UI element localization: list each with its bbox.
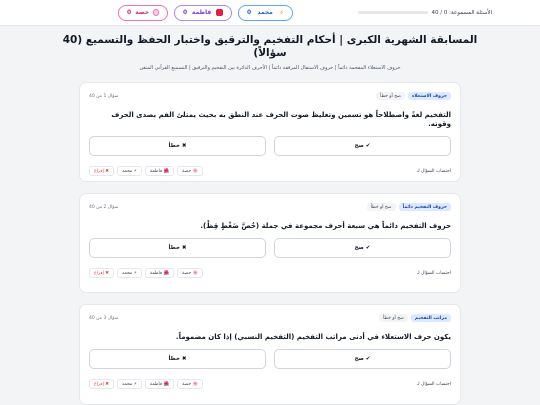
assign-fatma-button[interactable]: 🌺 فاطمة [144,379,175,389]
type-tag: صح أو خطأ [376,92,405,100]
score-value: 0 [247,9,252,16]
false-button[interactable]: ✖ خطأ [89,238,266,258]
true-button[interactable]: ✔ صح [274,136,451,156]
assign-label: احتساب السؤال لـ [416,168,451,174]
type-tag: صح أو خطأ [366,203,396,211]
assign-label: احتساب السؤال لـ [416,270,451,276]
false-button[interactable]: ✖ خطأ [89,349,266,369]
score-value: 0 [183,9,188,16]
progress-bar [357,11,428,14]
clear-button[interactable]: ✖ إفراغ [89,166,115,176]
clear-button[interactable]: ✖ إفراغ [89,268,115,278]
player-chip-mohamed[interactable]: 0 محمد ⚡ [238,4,293,21]
false-button[interactable]: ✖ خطأ [89,136,266,156]
assign-mohamed-button[interactable]: ⚡ محمد [117,166,142,176]
category-tag: مراتب التفخيم [410,314,451,322]
assign-hessa-button[interactable]: 🌸 حصة [177,166,204,176]
blossom-icon [216,9,223,16]
top-bar: 0 حصة 0 فاطمة 0 محمد ⚡ الأسئلة المسموعة:… [0,0,540,26]
score-value: 0 [127,9,132,16]
question-text: التفخيم لغةً واصطلاحاً هو تسمين وتغليظ ص… [111,111,451,128]
question-number: سؤال 1 من 40 [89,93,119,99]
bolt-icon: ⚡ [279,8,284,17]
assign-mohamed-button[interactable]: ⚡ محمد [117,268,142,278]
category-tag: حروف الاستعلاء [407,92,451,100]
question-card: حروف الاستعلاء صح أو خطأ سؤال 1 من 40 ال… [79,82,461,182]
page-subtitle: حروف الاستعلاء المفخمة دائماً | حروف الا… [139,65,401,71]
player-chip-fatma[interactable]: 0 فاطمة [174,4,232,21]
assign-fatma-button[interactable]: 🌺 فاطمة [144,268,175,278]
question-card: حروف التفخيم دائماً صح أو خطأ سؤال 2 من … [79,193,461,293]
question-text: يكون حرف الاستعلاء في أدنى مراتب التفخيم… [175,333,451,341]
category-tag: حروف التفخيم دائماً [398,203,451,211]
page-header: المسابقة الشهرية الكبرى | أحكام التفخيم … [60,34,480,71]
type-tag: صح أو خطأ [379,314,408,322]
player-name: حصة [135,9,150,16]
question-card: مراتب التفخيم صح أو خطأ سؤال 3 من 40 يكو… [79,304,461,405]
progress-indicator: الأسئلة المسموعة: 0 / 40 [357,9,492,16]
assign-label: احتساب السؤال لـ [416,381,451,387]
true-button[interactable]: ✔ صح [274,349,451,369]
assign-hessa-button[interactable]: 🌸 حصة [177,268,204,278]
player-scores: 0 حصة 0 فاطمة 0 محمد ⚡ [118,4,293,21]
clear-button[interactable]: ✖ إفراغ [89,379,115,389]
player-name: فاطمة [191,9,212,16]
assign-mohamed-button[interactable]: ⚡ محمد [117,379,142,389]
progress-label: الأسئلة المسموعة: 0 / 40 [431,9,492,16]
player-name: محمد [257,9,273,16]
question-text: حروف التفخيم دائماً هي سبعة أحرف مجموعة … [200,222,451,230]
flower-icon [153,9,159,16]
page-title: المسابقة الشهرية الكبرى | أحكام التفخيم … [62,34,478,59]
true-button[interactable]: ✔ صح [274,238,451,258]
question-number: سؤال 2 من 40 [89,204,119,210]
assign-fatma-button[interactable]: 🌺 فاطمة [144,166,175,176]
player-chip-hessa[interactable]: 0 حصة [118,4,168,21]
question-number: سؤال 3 من 40 [89,315,119,321]
assign-hessa-button[interactable]: 🌸 حصة [177,379,204,389]
